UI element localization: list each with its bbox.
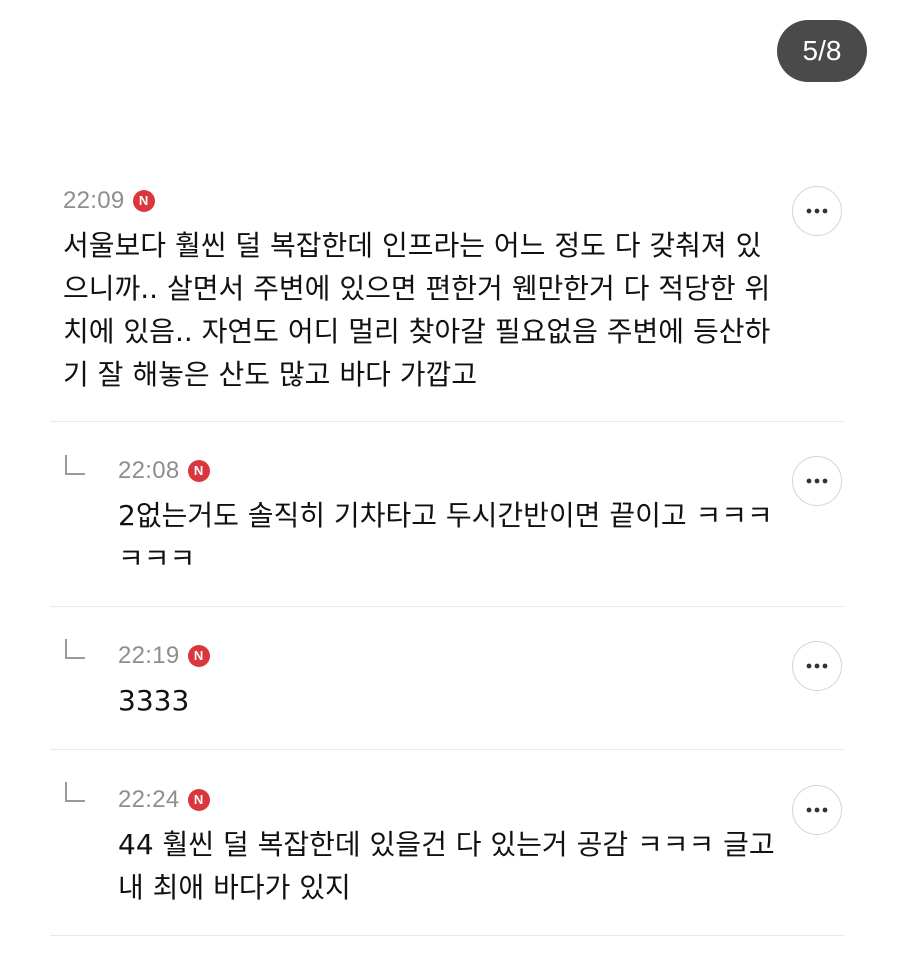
- more-options-button[interactable]: [792, 785, 842, 835]
- more-options-icon: [806, 478, 828, 484]
- comment-time: 22:24: [118, 786, 180, 813]
- comment-text: 서울보다 훨씬 덜 복잡한데 인프라는 어느 정도 다 갖춰져 있으니까.. 살…: [63, 229, 771, 391]
- more-options-icon: [806, 208, 828, 214]
- new-badge: N: [187, 460, 210, 482]
- more-options-icon: [806, 663, 828, 669]
- reply-arrow-icon: [65, 455, 85, 475]
- comment-meta: 22:09 N: [63, 184, 155, 218]
- comment-text: 2없는거도 솔직히 기차타고 두시간반이면 끝이고 ㅋㅋㅋㅋㅋㅋ: [118, 499, 773, 575]
- more-options-button[interactable]: [792, 456, 842, 506]
- comment-time: 22:08: [118, 457, 180, 484]
- comment-text: 3333: [118, 684, 190, 717]
- divider: [50, 421, 845, 422]
- more-options-icon: [806, 807, 828, 813]
- more-options-button[interactable]: [792, 641, 842, 691]
- reply-arrow-icon: [65, 782, 85, 802]
- comment-time: 22:19: [118, 642, 180, 669]
- new-badge: N: [132, 190, 155, 212]
- divider: [50, 749, 845, 750]
- comment-meta: 22:19 N: [118, 639, 210, 673]
- reply-arrow-icon: [65, 639, 85, 659]
- divider: [50, 935, 845, 936]
- comment-meta: 22:24 N: [118, 783, 210, 817]
- comment-meta: 22:08 N: [118, 454, 210, 488]
- new-badge: N: [187, 789, 210, 811]
- divider: [50, 606, 845, 607]
- new-badge: N: [187, 645, 210, 667]
- comment-time: 22:09: [63, 187, 125, 214]
- comment-text: 44 훨씬 덜 복잡한데 있을건 다 있는거 공감 ㅋㅋㅋ 글고 내 최애 바다…: [118, 828, 775, 904]
- page-indicator: 5/8: [777, 20, 867, 82]
- more-options-button[interactable]: [792, 186, 842, 236]
